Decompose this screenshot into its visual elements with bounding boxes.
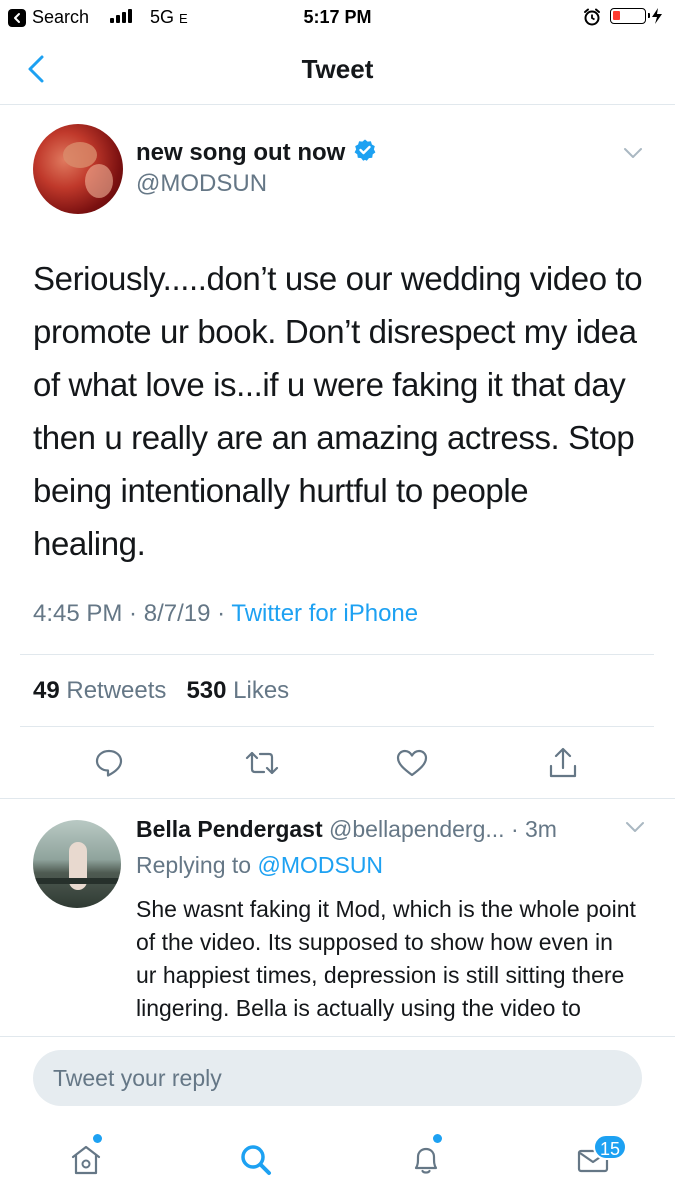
- like-button[interactable]: [389, 740, 435, 786]
- replying-to-handle[interactable]: @MODSUN: [257, 852, 383, 878]
- home-new-dot: [93, 1134, 102, 1143]
- divider: [0, 798, 675, 799]
- likes-stat[interactable]: 530 Likes: [186, 677, 289, 704]
- retweet-icon: [245, 751, 279, 775]
- reply-button[interactable]: [86, 740, 132, 786]
- tab-home[interactable]: [62, 1136, 110, 1184]
- reply-text: She wasnt faking it Mod, which is the wh…: [136, 896, 636, 1021]
- reply-input[interactable]: [33, 1050, 642, 1106]
- replying-prefix: Replying to: [136, 852, 252, 878]
- tweet-author[interactable]: new song out now: [136, 138, 377, 167]
- tweet-date: 8/7/19: [143, 600, 211, 627]
- home-icon: [71, 1145, 101, 1175]
- like-icon: [396, 749, 428, 777]
- handle[interactable]: @MODSUN: [136, 170, 267, 198]
- chevron-down-icon[interactable]: [622, 146, 644, 165]
- tweet-stats: 49 Retweets 530 Likes: [33, 677, 289, 705]
- tweet-meta: 4:45 PM · 8/7/19 · Twitter for iPhone: [33, 600, 419, 627]
- reply-age: 3m: [525, 816, 557, 842]
- reply-avatar[interactable]: [33, 820, 121, 908]
- reply-icon: [95, 749, 123, 777]
- retweet-button[interactable]: [239, 740, 285, 786]
- retweets-stat[interactable]: 49 Retweets: [33, 677, 166, 704]
- tab-notifications[interactable]: [402, 1136, 450, 1184]
- avatar[interactable]: [33, 124, 123, 214]
- retweets-label: Retweets: [66, 677, 167, 704]
- share-button[interactable]: [540, 740, 586, 786]
- status-time: 5:17 PM: [303, 7, 372, 27]
- verified-badge-icon: [353, 138, 377, 167]
- replying-to: Replying to @MODSUN: [136, 852, 383, 879]
- reply-display-name: Bella Pendergast: [136, 816, 323, 842]
- tweet-actions: [0, 740, 675, 786]
- display-name: new song out now: [136, 138, 346, 166]
- tweet-text: Seriously.....don’t use our wedding vide…: [33, 260, 643, 562]
- tweet-source-link[interactable]: Twitter for iPhone: [231, 600, 418, 627]
- likes-label: Likes: [233, 677, 290, 704]
- search-icon: [241, 1145, 271, 1175]
- page-title: Tweet: [301, 54, 374, 84]
- share-icon: [549, 747, 577, 778]
- divider: [20, 726, 654, 727]
- battery-icon: [610, 8, 650, 24]
- messages-badge: 15: [593, 1134, 627, 1160]
- reply-chevron-down-icon[interactable]: [624, 820, 646, 839]
- notifications-icon: [414, 1147, 438, 1174]
- alarm-icon: [583, 8, 601, 31]
- tweet-time: 4:45 PM: [33, 600, 123, 627]
- status-bar: Search 5G E 5:17 PM: [0, 0, 675, 36]
- tab-search[interactable]: [232, 1136, 280, 1184]
- nav-bar: Tweet: [0, 36, 675, 105]
- notifications-new-dot: [433, 1134, 442, 1143]
- retweets-count: 49: [33, 677, 60, 704]
- divider: [20, 654, 654, 655]
- reply-handle: @bellapenderg...: [329, 816, 505, 842]
- likes-count: 530: [186, 677, 227, 704]
- charging-bolt-icon: [651, 7, 663, 30]
- reply-header[interactable]: Bella Pendergast @bellapenderg... · 3m: [136, 816, 557, 843]
